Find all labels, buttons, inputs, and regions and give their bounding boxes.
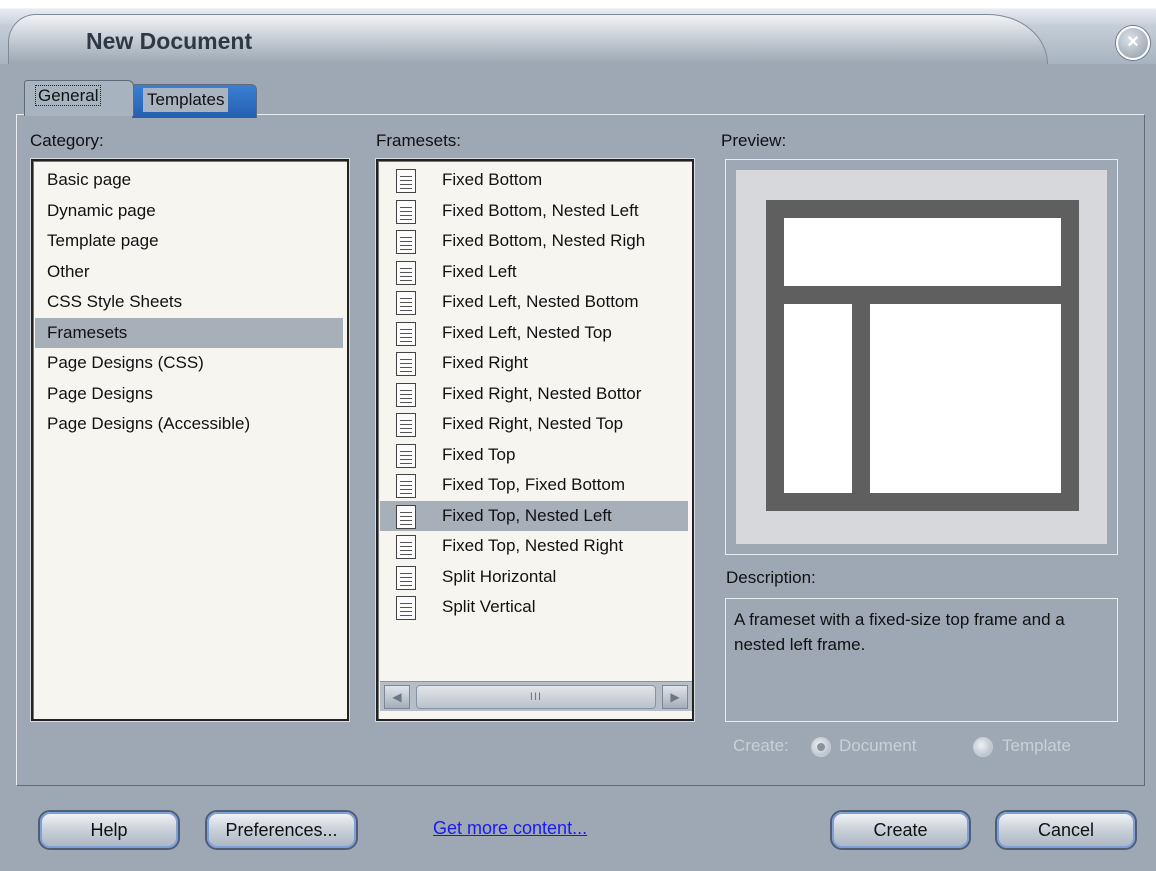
- scroll-thumb[interactable]: III: [416, 685, 656, 709]
- preview-panel: [725, 159, 1118, 555]
- description-label: Description:: [726, 568, 816, 587]
- document-icon: [396, 169, 416, 193]
- template-radio-label[interactable]: Template: [1002, 736, 1071, 756]
- document-icon: [396, 596, 416, 620]
- frameset-item-label: Fixed Left, Nested Top: [442, 323, 612, 342]
- dialog-title: New Document: [86, 28, 253, 54]
- preview-canvas: [736, 170, 1107, 544]
- category-item[interactable]: Page Designs (CSS): [35, 348, 343, 378]
- frameset-item-label: Fixed Right: [442, 353, 528, 372]
- category-item[interactable]: Dynamic page: [35, 196, 343, 226]
- frameset-item[interactable]: Fixed Left, Nested Bottom: [380, 287, 688, 317]
- description-text: A frameset with a fixed-size top frame a…: [725, 598, 1118, 722]
- category-item[interactable]: Page Designs (Accessible): [35, 409, 343, 439]
- frameset-item[interactable]: Fixed Right: [380, 348, 688, 378]
- preview-left-frame: [784, 304, 852, 493]
- frameset-item[interactable]: Fixed Top, Fixed Bottom: [380, 470, 688, 500]
- category-list[interactable]: Basic page Dynamic page Template page Ot…: [30, 158, 350, 722]
- category-item[interactable]: Template page: [35, 226, 343, 256]
- title-bar[interactable]: New Document ×: [0, 0, 1156, 64]
- framesets-label: Framesets:: [376, 131, 462, 150]
- category-label: Category:: [30, 131, 104, 150]
- create-button[interactable]: Create: [830, 810, 971, 850]
- category-item[interactable]: Page Designs: [35, 379, 343, 409]
- preview-label: Preview:: [721, 131, 787, 150]
- frameset-item-label: Fixed Bottom, Nested Left: [442, 201, 639, 220]
- preferences-button[interactable]: Preferences...: [205, 810, 358, 850]
- preview-top-frame: [784, 218, 1061, 286]
- document-icon: [396, 230, 416, 254]
- frameset-item[interactable]: Fixed Bottom, Nested Left: [380, 196, 688, 226]
- frameset-item[interactable]: Fixed Right, Nested Top: [380, 409, 688, 439]
- tab-general[interactable]: General: [24, 80, 134, 116]
- frameset-item[interactable]: Split Vertical: [380, 592, 688, 622]
- frameset-item-label: Fixed Bottom: [442, 170, 543, 189]
- frameset-item[interactable]: Fixed Bottom: [380, 165, 688, 195]
- document-icon: [396, 291, 416, 315]
- frameset-item-label: Fixed Bottom, Nested Righ: [442, 231, 646, 250]
- frameset-item-label: Fixed Left, Nested Bottom: [442, 292, 639, 311]
- frameset-item[interactable]: Fixed Left: [380, 257, 688, 287]
- new-document-dialog: New Document × General Templates Categor…: [0, 0, 1156, 871]
- frameset-item-label: Fixed Right, Nested Bottor: [442, 384, 642, 403]
- frameset-item[interactable]: Fixed Top: [380, 440, 688, 470]
- document-icon: [396, 566, 416, 590]
- document-icon: [396, 383, 416, 407]
- frameset-item-label: Fixed Right, Nested Top: [442, 414, 624, 433]
- frameset-item[interactable]: Fixed Left, Nested Top: [380, 318, 688, 348]
- category-item[interactable]: CSS Style Sheets: [35, 287, 343, 317]
- category-item-selected[interactable]: Framesets: [35, 318, 343, 348]
- scroll-right-icon[interactable]: ▶: [662, 685, 688, 709]
- close-icon[interactable]: ×: [1116, 26, 1150, 60]
- frameset-item-label: Fixed Top, Nested Left: [442, 506, 612, 525]
- frameset-item-label: Fixed Left: [442, 262, 517, 281]
- document-icon: [396, 352, 416, 376]
- template-radio[interactable]: [973, 737, 993, 757]
- frameset-item[interactable]: Fixed Bottom, Nested Righ: [380, 226, 688, 256]
- document-icon: [396, 505, 416, 529]
- frameset-preview-graphic: [766, 200, 1079, 511]
- frameset-item-label: Fixed Top, Fixed Bottom: [442, 475, 625, 494]
- document-icon: [396, 261, 416, 285]
- frameset-item-label: Split Horizontal: [442, 567, 557, 586]
- document-icon: [396, 535, 416, 559]
- document-icon: [396, 200, 416, 224]
- document-icon: [396, 413, 416, 437]
- frameset-item-label: Split Vertical: [442, 597, 536, 616]
- tab-general-label: General: [35, 85, 102, 106]
- preview-main-frame: [870, 304, 1061, 493]
- tab-templates[interactable]: Templates: [132, 84, 257, 118]
- framesets-list[interactable]: Fixed Bottom Fixed Bottom, Nested Left F…: [375, 158, 695, 722]
- horizontal-scrollbar[interactable]: ◀ III ▶: [380, 681, 692, 711]
- document-radio-label[interactable]: Document: [839, 736, 916, 756]
- help-button[interactable]: Help: [38, 810, 180, 850]
- frameset-item[interactable]: Split Horizontal: [380, 562, 688, 592]
- frameset-item[interactable]: Fixed Right, Nested Bottor: [380, 379, 688, 409]
- get-more-content-link[interactable]: Get more content...: [433, 818, 587, 839]
- frameset-item-label: Fixed Top, Nested Right: [442, 536, 624, 555]
- document-icon: [396, 444, 416, 468]
- document-radio[interactable]: [811, 737, 831, 757]
- cancel-button[interactable]: Cancel: [995, 810, 1137, 850]
- document-icon: [396, 474, 416, 498]
- create-label: Create:: [733, 736, 789, 755]
- frameset-item[interactable]: Fixed Top, Nested Right: [380, 531, 688, 561]
- category-item[interactable]: Other: [35, 257, 343, 287]
- frameset-item-label: Fixed Top: [442, 445, 516, 464]
- scroll-left-icon[interactable]: ◀: [384, 685, 410, 709]
- tab-templates-label: Templates: [143, 88, 229, 112]
- category-item[interactable]: Basic page: [35, 165, 343, 195]
- frameset-item-selected[interactable]: Fixed Top, Nested Left: [380, 501, 688, 531]
- document-icon: [396, 322, 416, 346]
